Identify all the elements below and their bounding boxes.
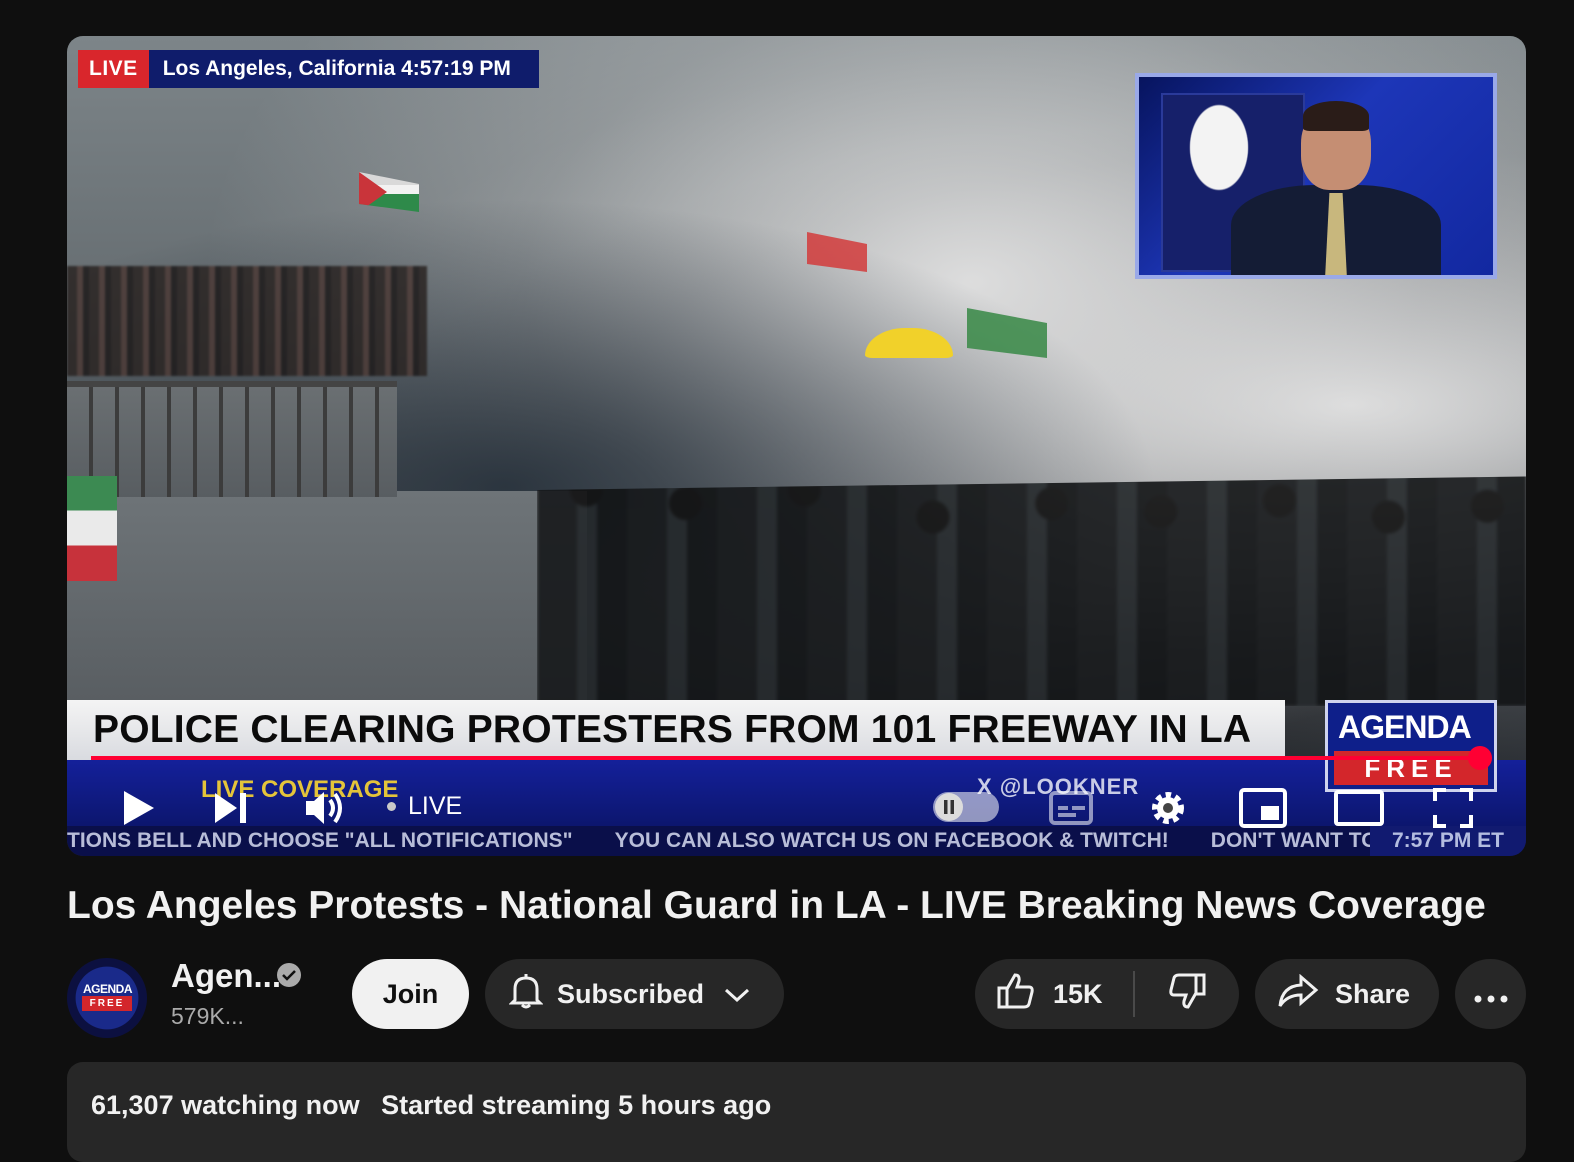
watching-count: 61,307 watching now bbox=[91, 1090, 360, 1120]
thumbs-down-icon bbox=[1168, 972, 1206, 1017]
yellow-umbrella bbox=[865, 328, 953, 358]
volume-icon[interactable] bbox=[301, 786, 349, 830]
stream-start: Started streaming 5 hours ago bbox=[381, 1090, 772, 1120]
autoplay-toggle[interactable] bbox=[933, 792, 999, 822]
like-count: 15K bbox=[1053, 978, 1103, 1009]
mexican-flag bbox=[67, 476, 117, 581]
anchor-inset bbox=[1135, 73, 1497, 279]
overpass-wall bbox=[67, 491, 587, 701]
avatar-top-text: AGENDA bbox=[83, 982, 133, 996]
share-icon bbox=[1277, 973, 1319, 1015]
thumbs-up-icon bbox=[997, 972, 1035, 1017]
verified-check-icon bbox=[277, 963, 301, 987]
anchor-hair bbox=[1303, 101, 1369, 131]
like-button[interactable]: 15K bbox=[975, 959, 1133, 1029]
live-location-bar: LIVE Los Angeles, California 4:57:19 PM bbox=[78, 50, 539, 88]
subscribed-button[interactable]: Subscribed bbox=[485, 959, 784, 1029]
next-icon[interactable] bbox=[209, 786, 253, 830]
police-line bbox=[537, 476, 1526, 706]
miniplayer-icon[interactable] bbox=[1237, 786, 1289, 830]
more-horizontal-icon bbox=[1474, 979, 1508, 1010]
join-label: Join bbox=[382, 978, 439, 1009]
more-actions-button[interactable] bbox=[1455, 959, 1526, 1029]
captions-icon[interactable] bbox=[1047, 786, 1095, 830]
subscribed-label: Subscribed bbox=[557, 978, 705, 1009]
bell-icon bbox=[508, 972, 544, 1017]
green-flag bbox=[967, 308, 1047, 358]
chevron-down-icon bbox=[724, 979, 750, 1010]
theater-icon[interactable] bbox=[1333, 786, 1385, 830]
headline-banner: POLICE CLEARING PROTESTERS FROM 101 FREE… bbox=[67, 700, 1285, 760]
share-label: Share bbox=[1335, 978, 1411, 1009]
description-box[interactable]: 61,307 watching now Started streaming 5 … bbox=[67, 1062, 1526, 1162]
live-indicator[interactable]: LIVE bbox=[387, 792, 462, 821]
progress-bar[interactable] bbox=[91, 756, 1480, 760]
join-button[interactable]: Join bbox=[352, 959, 469, 1029]
video-title: Los Angeles Protests - National Guard in… bbox=[67, 884, 1486, 927]
gear-icon[interactable] bbox=[1145, 786, 1191, 830]
player-controls: LIVE bbox=[67, 776, 1526, 836]
location-time: Los Angeles, California 4:57:19 PM bbox=[148, 50, 539, 88]
channel-avatar[interactable]: AGENDA FREE bbox=[67, 958, 147, 1038]
live-dot bbox=[387, 802, 396, 811]
subscriber-count: 579K... bbox=[171, 1003, 244, 1029]
red-flag bbox=[807, 232, 867, 272]
like-dislike-group: 15K bbox=[975, 959, 1239, 1029]
live-badge: LIVE bbox=[78, 50, 149, 88]
live-label: LIVE bbox=[408, 792, 463, 820]
video-player[interactable]: LIVE Los Angeles, California 4:57:19 PM … bbox=[67, 36, 1526, 856]
channel-name[interactable]: Agen... bbox=[171, 957, 281, 995]
avatar-bottom-text: FREE bbox=[82, 996, 132, 1011]
protest-crowd bbox=[67, 266, 427, 376]
play-icon[interactable] bbox=[117, 786, 161, 830]
share-button[interactable]: Share bbox=[1255, 959, 1439, 1029]
channel-action-row: AGENDA FREE Agen... 579K... Join Subscri… bbox=[67, 955, 1526, 1038]
fullscreen-icon[interactable] bbox=[1429, 786, 1477, 830]
pause-icon bbox=[935, 793, 963, 821]
logo-top-text: AGENDA bbox=[1338, 709, 1472, 745]
stream-stats: 61,307 watching now Started streaming 5 … bbox=[91, 1090, 771, 1121]
progress-scrubber[interactable] bbox=[1468, 746, 1492, 770]
dislike-button[interactable] bbox=[1135, 959, 1239, 1029]
palestinian-flag bbox=[359, 172, 419, 212]
